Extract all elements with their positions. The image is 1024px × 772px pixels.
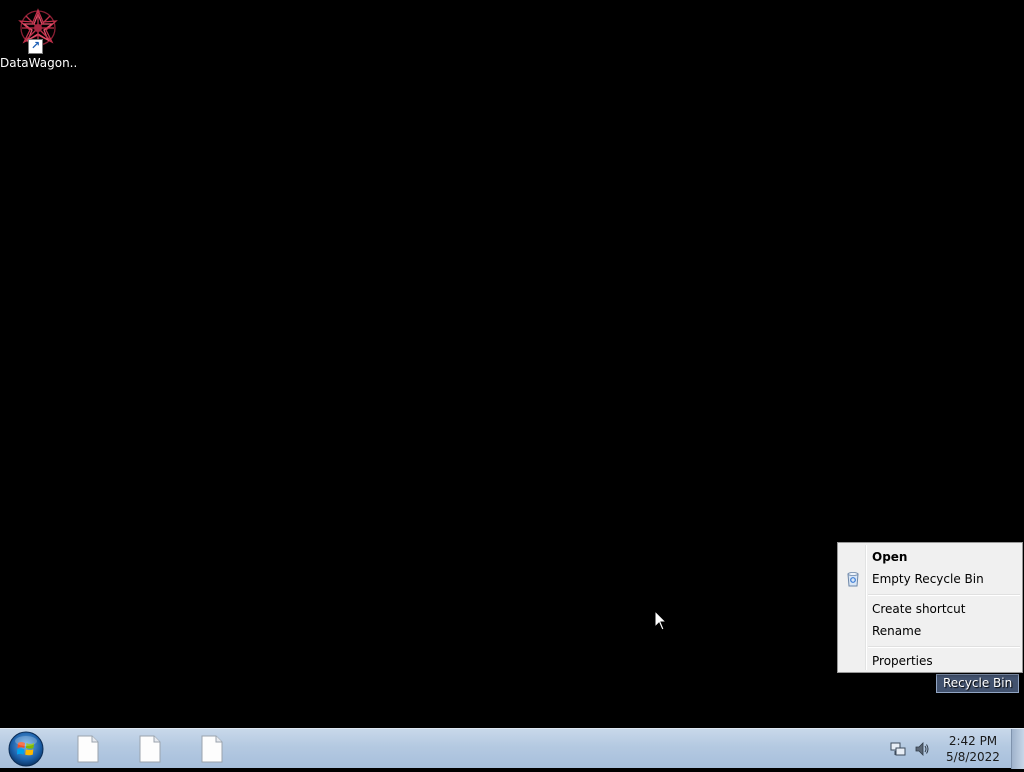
shortcut-arrow-icon: ↗ [28, 39, 43, 54]
menu-item-label: Open [872, 550, 908, 564]
context-menu: Open Empty Recycle Bin Create shortcut R… [837, 542, 1023, 673]
datawagon-app-icon: ↗ [14, 6, 62, 54]
menu-item-label: Empty Recycle Bin [872, 572, 984, 586]
blank-document-icon [139, 735, 161, 763]
blank-document-icon [201, 735, 223, 763]
desktop-icon-datawagon[interactable]: ↗ DataWagon... [0, 6, 76, 70]
mouse-cursor-icon [654, 609, 668, 631]
desktop-icon-label: DataWagon... [0, 56, 76, 70]
menu-item-label: Properties [872, 654, 933, 668]
menu-separator [868, 594, 1020, 596]
menu-item-label: Rename [872, 624, 922, 638]
menu-item-properties[interactable]: Properties [840, 650, 1020, 672]
recycle-bin-icon [845, 571, 861, 587]
network-icon[interactable] [890, 741, 906, 757]
menu-item-open[interactable]: Open [840, 546, 1020, 568]
taskbar-app-2[interactable] [128, 733, 172, 765]
blank-document-icon [77, 735, 99, 763]
desktop[interactable]: ↗ DataWagon... Recycle Bin Open Empty Re… [0, 0, 1024, 728]
menu-item-label: Create shortcut [872, 602, 966, 616]
taskbar-clock[interactable]: 2:42 PM 5/8/2022 [938, 733, 1008, 765]
clock-date: 5/8/2022 [946, 750, 1000, 764]
menu-item-empty-recycle-bin[interactable]: Empty Recycle Bin [840, 568, 1020, 590]
taskbar: 2:42 PM 5/8/2022 [0, 728, 1024, 769]
menu-separator [868, 646, 1020, 648]
taskbar-app-3[interactable] [190, 733, 234, 765]
menu-item-create-shortcut[interactable]: Create shortcut [840, 598, 1020, 620]
windows-start-orb-icon [8, 731, 44, 767]
clock-time: 2:42 PM [948, 734, 998, 748]
show-desktop-button[interactable] [1011, 729, 1024, 769]
volume-icon[interactable] [914, 741, 930, 757]
desktop-icon-label: Recycle Bin [936, 674, 1020, 693]
start-button[interactable] [6, 730, 46, 768]
menu-item-rename[interactable]: Rename [840, 620, 1020, 642]
taskbar-app-1[interactable] [66, 733, 110, 765]
